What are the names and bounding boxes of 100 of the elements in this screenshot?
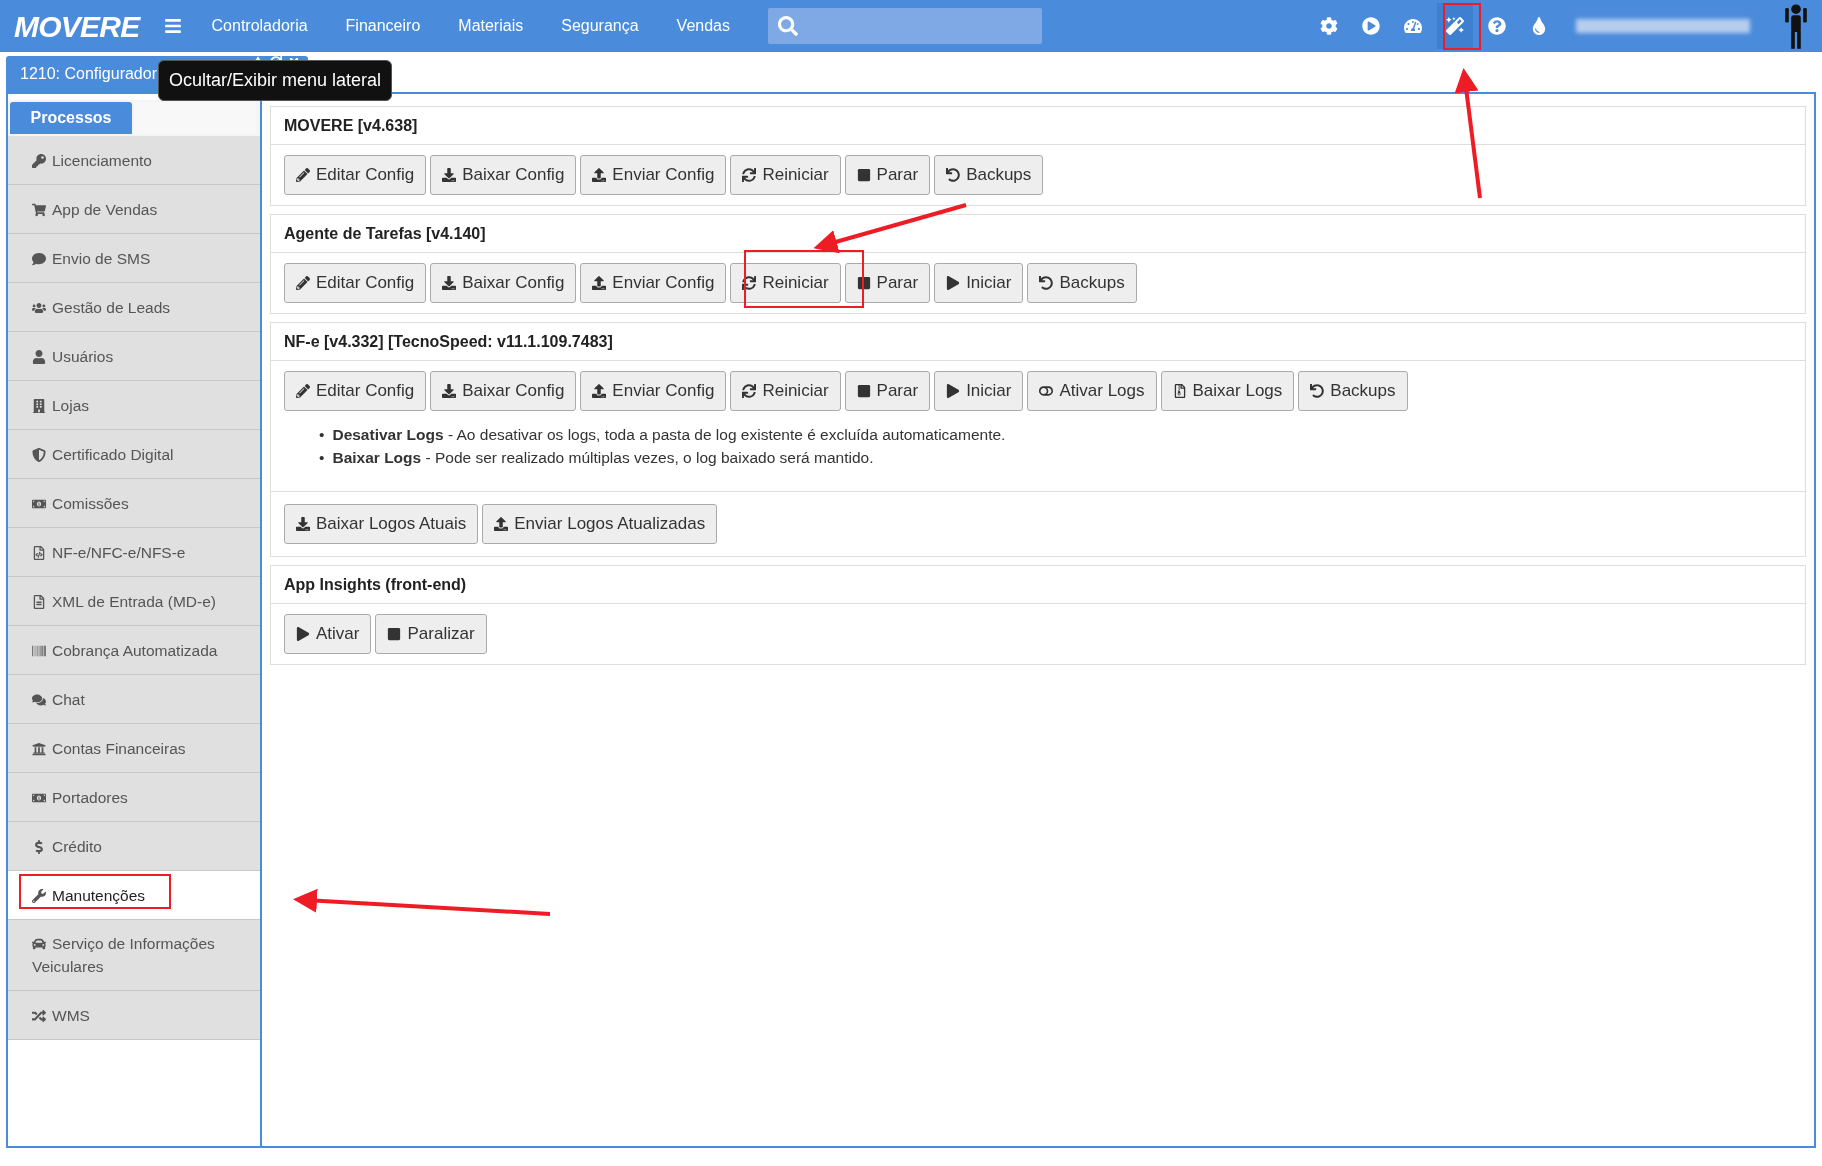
section-title: MOVERE [v4.638] <box>284 115 418 136</box>
menu-icon[interactable] <box>163 17 182 35</box>
shield-icon <box>32 447 46 462</box>
action-button[interactable]: Baixar Logos Atuais <box>284 504 479 544</box>
action-button[interactable]: Reiniciar <box>730 263 841 303</box>
action-button[interactable]: Editar Config <box>284 371 427 411</box>
sidebar-item[interactable]: Cobrança Automatizada <box>8 626 260 675</box>
toggle-icon <box>1039 384 1054 398</box>
avatar-silhouette-icon[interactable] <box>1784 2 1808 50</box>
sidebar-item[interactable]: XML de Entrada (MD-e) <box>8 577 260 626</box>
car-icon <box>32 937 46 951</box>
magic-wand-icon[interactable] <box>1437 3 1473 49</box>
sidebar-item[interactable]: Usuários <box>8 332 260 381</box>
action-button[interactable]: Backups <box>934 155 1044 195</box>
sidebar-item[interactable]: App de Vendas <box>8 185 260 234</box>
logo[interactable]: MOVERE <box>14 3 140 49</box>
action-button[interactable]: Enviar Config <box>580 371 727 411</box>
note-text: Desativar Logs - Ao desativar os logs, toda a pasta de log existente é excluída automaticamente. <box>332 425 1006 445</box>
sidebar-item[interactable]: Gestão de Leads <box>8 283 260 332</box>
sidebar-tab[interactable]: Processos <box>10 102 132 134</box>
undo-icon <box>1039 276 1054 290</box>
cart-icon <box>32 202 46 217</box>
refresh-icon <box>742 384 757 398</box>
download-icon <box>296 517 310 531</box>
section-title: App Insights (front-end) <box>284 574 467 595</box>
action-button[interactable]: Parar <box>844 371 931 411</box>
highlight-box <box>1443 3 1481 50</box>
shuffle-icon <box>32 1008 46 1023</box>
action-button[interactable]: Ativar Logs <box>1027 371 1157 411</box>
code-file-icon <box>32 545 46 560</box>
section-title: Agente de Tarefas [v4.140] <box>284 223 486 244</box>
sidebar-item[interactable]: Certificado Digital <box>8 430 260 479</box>
action-button[interactable]: Reiniciar <box>730 371 841 411</box>
stop-icon <box>856 168 871 182</box>
download-icon <box>442 384 457 398</box>
upload-icon <box>592 276 607 290</box>
action-button[interactable]: Editar Config <box>284 263 427 303</box>
action-button[interactable]: Backups <box>1027 263 1137 303</box>
nav-link[interactable]: Controladoria <box>211 14 308 38</box>
search-field[interactable] <box>768 8 1042 44</box>
action-button[interactable]: Enviar Logos Atualizadas <box>482 504 718 544</box>
action-button[interactable]: Parar <box>844 263 931 303</box>
download-icon <box>442 276 457 290</box>
sidebar-item[interactable]: Chat <box>8 675 260 724</box>
bullet: • <box>319 425 325 445</box>
building-icon <box>32 398 46 413</box>
sidebar-item[interactable]: Envio de SMS <box>8 234 260 283</box>
tooltip: Ocultar/Exibir menu lateral <box>158 60 393 101</box>
undo-icon <box>946 168 961 182</box>
users-icon <box>32 300 46 315</box>
sidebar-item[interactable]: Contas Financeiras <box>8 724 260 773</box>
download-icon <box>442 168 457 182</box>
search-icon <box>778 16 798 36</box>
speech-bubble-icon <box>32 251 46 266</box>
action-button[interactable]: Baixar Config <box>430 263 577 303</box>
window-title: 1210: Configurador <box>20 64 157 84</box>
refresh-icon <box>742 276 757 290</box>
user-icon <box>32 349 46 364</box>
sidebar-item[interactable]: Comissões <box>8 479 260 528</box>
dollar-icon <box>32 839 46 854</box>
action-button[interactable]: Baixar Config <box>430 155 577 195</box>
stop-icon <box>387 627 402 641</box>
play-icon <box>946 276 961 290</box>
sidebar-item[interactable]: NF-e/NFC-e/NFS-e <box>8 528 260 577</box>
pencil-icon <box>296 384 310 398</box>
nav-link[interactable]: Vendas <box>676 14 730 38</box>
upload-icon <box>592 384 607 398</box>
sidebar-item[interactable]: Lojas <box>8 381 260 430</box>
bullet: • <box>319 448 325 468</box>
action-button[interactable]: Baixar Config <box>430 371 577 411</box>
archive-file-icon <box>1172 384 1187 398</box>
sidebar-item[interactable]: WMS <box>8 991 260 1040</box>
upload-icon <box>494 517 509 531</box>
action-button[interactable]: Backups <box>1298 371 1408 411</box>
key-icon <box>32 153 46 168</box>
action-button[interactable]: Iniciar <box>934 263 1024 303</box>
play-icon <box>296 627 310 641</box>
sidebar-item[interactable]: Portadores <box>8 773 260 822</box>
sidebar-item[interactable]: Crédito <box>8 822 260 871</box>
action-button[interactable]: Ativar <box>284 614 372 654</box>
nav-link[interactable]: Segurança <box>561 14 639 38</box>
action-button[interactable]: Parar <box>844 155 931 195</box>
nav-link[interactable]: Financeiro <box>345 14 421 38</box>
sidebar-item[interactable]: Serviço de Informações Veiculares <box>8 920 260 991</box>
nav-link[interactable]: Materiais <box>458 14 524 38</box>
sidebar-item[interactable]: Licenciamento <box>8 136 260 185</box>
bank-icon <box>32 741 46 756</box>
action-button[interactable]: Enviar Config <box>580 263 727 303</box>
document-icon <box>32 594 46 609</box>
action-button[interactable]: Editar Config <box>284 155 427 195</box>
action-button[interactable]: Paralizar <box>375 614 487 654</box>
note-text: Baixar Logs - Pode ser realizado múltiplas vezes, o log baixado será mantido. <box>332 448 874 468</box>
section-title: NF-e [v4.332] [TecnoSpeed: v11.1.109.7483] <box>284 331 613 352</box>
action-button[interactable]: Reiniciar <box>730 155 841 195</box>
action-button[interactable]: Iniciar <box>934 371 1024 411</box>
action-button[interactable]: Enviar Config <box>580 155 727 195</box>
pencil-icon <box>296 168 310 182</box>
action-button[interactable]: Baixar Logs <box>1160 371 1295 411</box>
chat-icon <box>32 692 46 707</box>
wrench-icon <box>32 888 46 903</box>
